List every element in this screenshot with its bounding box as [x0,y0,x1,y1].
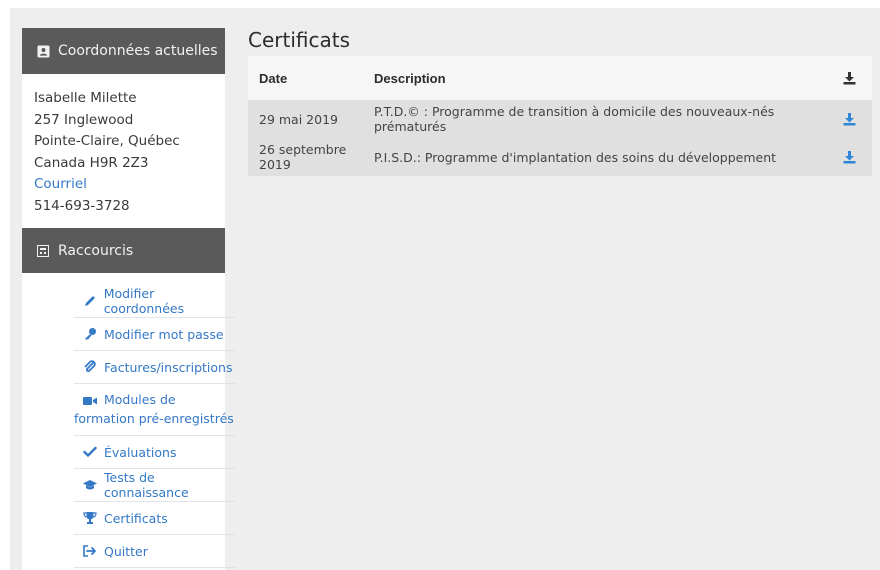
contact-name: Isabelle Milette [34,90,137,106]
download-icon[interactable] [826,150,872,164]
paperclip-icon [82,360,98,374]
address-card-icon [36,44,50,58]
shortcut-label: Modifier coordonnées [103,286,185,316]
contact-phone: 514-693-3728 [34,197,130,214]
shortcut-label: Quitter [104,543,148,559]
download-all-icon[interactable] [826,71,872,85]
contact-email-link[interactable]: Courriel [34,174,225,196]
table-row: 29 mai 2019 P.T.D.© : Programme de trans… [248,100,872,138]
table-header: Date Description [248,56,872,100]
shortcut-evaluations[interactable]: Évaluations [74,436,236,469]
trophy-icon [82,511,98,525]
contact-panel-title: Coordonnées actuelles [58,43,218,59]
check-icon [82,445,98,459]
contact-panel-header: Coordonnées actuelles [22,28,225,74]
shortcuts-panel-header: Raccourcis [22,228,225,273]
column-header-date: Date [259,70,288,86]
contact-street: 257 Inglewood [34,111,134,128]
shortcuts-list: Modifier coordonnées Modifier mot passe … [74,285,236,568]
key-icon [82,327,98,341]
column-header-description: Description [374,70,446,86]
contact-city: Pointe-Claire, Québec [34,133,180,149]
shortcut-label: Évaluations [104,444,177,460]
download-icon[interactable] [826,112,872,126]
video-camera-icon [82,394,98,408]
table-row: 26 septembre 2019 P.I.S.D.: Programme d'… [248,138,872,176]
page-title: Certificats [248,28,351,52]
shortcut-invoices[interactable]: Factures/inscriptions [74,351,236,384]
shortcut-label: Modifier mot passe [104,326,224,342]
shortcut-edit-password[interactable]: Modifier mot passe [74,318,236,351]
shortcut-knowledge-tests[interactable]: Tests de connaissance [74,469,236,502]
shortcut-label: Factures/inscriptions [104,359,233,375]
shortcut-training-modules[interactable]: Modules de formation pré-enregistrés [74,384,236,436]
shortcut-logout[interactable]: Quitter [74,535,236,568]
contact-country-postal: Canada H9R 2Z3 [34,154,149,171]
shortcut-certificates[interactable]: Certificats [74,502,236,535]
sign-out-icon [82,544,98,558]
graduation-cap-icon [82,478,98,492]
certificates-table: Date Description 29 mai 2019 P.T.D.© : P… [248,56,872,176]
row-description: P.I.S.D.: Programme d'implantation des s… [374,149,777,165]
shortcuts-panel-body: Modifier coordonnées Modifier mot passe … [22,273,236,570]
calculator-icon [36,244,50,258]
contact-panel-body: Isabelle Milette 257 Inglewood Pointe-Cl… [22,74,225,228]
shortcuts-panel-title: Raccourcis [58,242,134,259]
shortcut-edit-contact[interactable]: Modifier coordonnées [74,285,236,318]
row-date: 29 mai 2019 [259,111,338,127]
row-description: P.T.D.© : Programme de transition à domi… [374,104,775,134]
pencil-icon [82,294,98,308]
shortcut-label: Certificats [104,510,168,526]
shortcut-label: Tests de connaissance [104,470,189,500]
row-date: 26 septembre 2019 [259,142,347,172]
